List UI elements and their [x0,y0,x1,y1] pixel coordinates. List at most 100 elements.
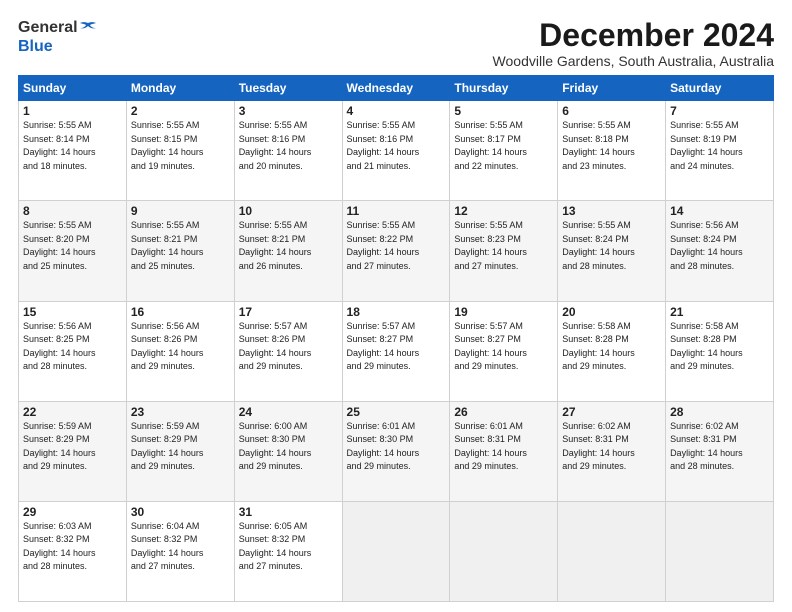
calendar-cell: 29Sunrise: 6:03 AM Sunset: 8:32 PM Dayli… [19,501,127,601]
day-info: Sunrise: 5:55 AM Sunset: 8:23 PM Dayligh… [454,219,553,273]
day-info: Sunrise: 6:01 AM Sunset: 8:30 PM Dayligh… [347,420,446,474]
calendar-cell: 4Sunrise: 5:55 AM Sunset: 8:16 PM Daylig… [342,101,450,201]
calendar-cell: 30Sunrise: 6:04 AM Sunset: 8:32 PM Dayli… [126,501,234,601]
calendar-cell: 11Sunrise: 5:55 AM Sunset: 8:22 PM Dayli… [342,201,450,301]
col-thursday: Thursday [450,76,558,101]
day-info: Sunrise: 5:55 AM Sunset: 8:16 PM Dayligh… [239,119,338,173]
calendar-cell: 9Sunrise: 5:55 AM Sunset: 8:21 PM Daylig… [126,201,234,301]
calendar-cell: 25Sunrise: 6:01 AM Sunset: 8:30 PM Dayli… [342,401,450,501]
calendar-cell: 8Sunrise: 5:55 AM Sunset: 8:20 PM Daylig… [19,201,127,301]
day-number: 10 [239,204,338,218]
calendar-cell: 26Sunrise: 6:01 AM Sunset: 8:31 PM Dayli… [450,401,558,501]
day-number: 21 [670,305,769,319]
calendar-cell: 20Sunrise: 5:58 AM Sunset: 8:28 PM Dayli… [558,301,666,401]
calendar-cell [450,501,558,601]
calendar-row: 8Sunrise: 5:55 AM Sunset: 8:20 PM Daylig… [19,201,774,301]
calendar-cell [342,501,450,601]
col-wednesday: Wednesday [342,76,450,101]
col-monday: Monday [126,76,234,101]
day-info: Sunrise: 5:55 AM Sunset: 8:19 PM Dayligh… [670,119,769,173]
day-number: 16 [131,305,230,319]
month-title: December 2024 [493,18,774,53]
calendar-header-row: Sunday Monday Tuesday Wednesday Thursday… [19,76,774,101]
day-number: 14 [670,204,769,218]
calendar-cell: 5Sunrise: 5:55 AM Sunset: 8:17 PM Daylig… [450,101,558,201]
day-number: 7 [670,104,769,118]
day-info: Sunrise: 5:58 AM Sunset: 8:28 PM Dayligh… [670,320,769,374]
day-number: 20 [562,305,661,319]
col-friday: Friday [558,76,666,101]
day-number: 12 [454,204,553,218]
day-number: 13 [562,204,661,218]
day-info: Sunrise: 5:58 AM Sunset: 8:28 PM Dayligh… [562,320,661,374]
day-number: 1 [23,104,122,118]
logo-general: General [18,19,78,36]
calendar-cell: 31Sunrise: 6:05 AM Sunset: 8:32 PM Dayli… [234,501,342,601]
calendar-cell: 6Sunrise: 5:55 AM Sunset: 8:18 PM Daylig… [558,101,666,201]
calendar-cell: 12Sunrise: 5:55 AM Sunset: 8:23 PM Dayli… [450,201,558,301]
day-info: Sunrise: 5:55 AM Sunset: 8:17 PM Dayligh… [454,119,553,173]
calendar-cell [558,501,666,601]
calendar-cell: 16Sunrise: 5:56 AM Sunset: 8:26 PM Dayli… [126,301,234,401]
day-info: Sunrise: 5:55 AM Sunset: 8:21 PM Dayligh… [131,219,230,273]
col-sunday: Sunday [19,76,127,101]
calendar-cell: 18Sunrise: 5:57 AM Sunset: 8:27 PM Dayli… [342,301,450,401]
calendar-cell: 14Sunrise: 5:56 AM Sunset: 8:24 PM Dayli… [666,201,774,301]
day-info: Sunrise: 5:55 AM Sunset: 8:14 PM Dayligh… [23,119,122,173]
calendar-cell: 17Sunrise: 5:57 AM Sunset: 8:26 PM Dayli… [234,301,342,401]
calendar-cell: 24Sunrise: 6:00 AM Sunset: 8:30 PM Dayli… [234,401,342,501]
calendar-cell: 22Sunrise: 5:59 AM Sunset: 8:29 PM Dayli… [19,401,127,501]
col-saturday: Saturday [666,76,774,101]
day-number: 29 [23,505,122,519]
calendar-row: 15Sunrise: 5:56 AM Sunset: 8:25 PM Dayli… [19,301,774,401]
day-number: 8 [23,204,122,218]
logo-blue: Blue [18,38,53,55]
page: General Blue December 2024 Woodville Gar… [0,0,792,612]
day-info: Sunrise: 5:55 AM Sunset: 8:21 PM Dayligh… [239,219,338,273]
logo-text: General Blue [18,18,98,56]
day-info: Sunrise: 5:56 AM Sunset: 8:25 PM Dayligh… [23,320,122,374]
day-info: Sunrise: 6:00 AM Sunset: 8:30 PM Dayligh… [239,420,338,474]
title-block: December 2024 Woodville Gardens, South A… [493,18,774,69]
day-number: 9 [131,204,230,218]
day-number: 31 [239,505,338,519]
day-number: 25 [347,405,446,419]
day-info: Sunrise: 6:01 AM Sunset: 8:31 PM Dayligh… [454,420,553,474]
day-number: 6 [562,104,661,118]
day-number: 27 [562,405,661,419]
day-number: 5 [454,104,553,118]
day-info: Sunrise: 5:55 AM Sunset: 8:24 PM Dayligh… [562,219,661,273]
calendar-cell: 15Sunrise: 5:56 AM Sunset: 8:25 PM Dayli… [19,301,127,401]
day-info: Sunrise: 6:02 AM Sunset: 8:31 PM Dayligh… [562,420,661,474]
day-info: Sunrise: 5:59 AM Sunset: 8:29 PM Dayligh… [131,420,230,474]
day-info: Sunrise: 5:59 AM Sunset: 8:29 PM Dayligh… [23,420,122,474]
calendar-cell: 23Sunrise: 5:59 AM Sunset: 8:29 PM Dayli… [126,401,234,501]
bird-icon [79,21,97,35]
day-number: 22 [23,405,122,419]
calendar-cell: 3Sunrise: 5:55 AM Sunset: 8:16 PM Daylig… [234,101,342,201]
calendar-cell: 7Sunrise: 5:55 AM Sunset: 8:19 PM Daylig… [666,101,774,201]
day-info: Sunrise: 6:03 AM Sunset: 8:32 PM Dayligh… [23,520,122,574]
location-title: Woodville Gardens, South Australia, Aust… [493,53,774,69]
calendar-cell: 19Sunrise: 5:57 AM Sunset: 8:27 PM Dayli… [450,301,558,401]
day-info: Sunrise: 5:55 AM Sunset: 8:16 PM Dayligh… [347,119,446,173]
day-info: Sunrise: 6:02 AM Sunset: 8:31 PM Dayligh… [670,420,769,474]
day-number: 23 [131,405,230,419]
day-info: Sunrise: 6:05 AM Sunset: 8:32 PM Dayligh… [239,520,338,574]
day-number: 28 [670,405,769,419]
day-info: Sunrise: 5:55 AM Sunset: 8:20 PM Dayligh… [23,219,122,273]
day-info: Sunrise: 6:04 AM Sunset: 8:32 PM Dayligh… [131,520,230,574]
calendar-row: 1Sunrise: 5:55 AM Sunset: 8:14 PM Daylig… [19,101,774,201]
calendar-cell [666,501,774,601]
calendar-row: 22Sunrise: 5:59 AM Sunset: 8:29 PM Dayli… [19,401,774,501]
calendar-cell: 28Sunrise: 6:02 AM Sunset: 8:31 PM Dayli… [666,401,774,501]
day-number: 18 [347,305,446,319]
day-number: 15 [23,305,122,319]
day-info: Sunrise: 5:56 AM Sunset: 8:26 PM Dayligh… [131,320,230,374]
day-info: Sunrise: 5:57 AM Sunset: 8:26 PM Dayligh… [239,320,338,374]
day-number: 24 [239,405,338,419]
calendar-cell: 27Sunrise: 6:02 AM Sunset: 8:31 PM Dayli… [558,401,666,501]
logo: General Blue [18,18,98,56]
day-info: Sunrise: 5:55 AM Sunset: 8:22 PM Dayligh… [347,219,446,273]
calendar-row: 29Sunrise: 6:03 AM Sunset: 8:32 PM Dayli… [19,501,774,601]
